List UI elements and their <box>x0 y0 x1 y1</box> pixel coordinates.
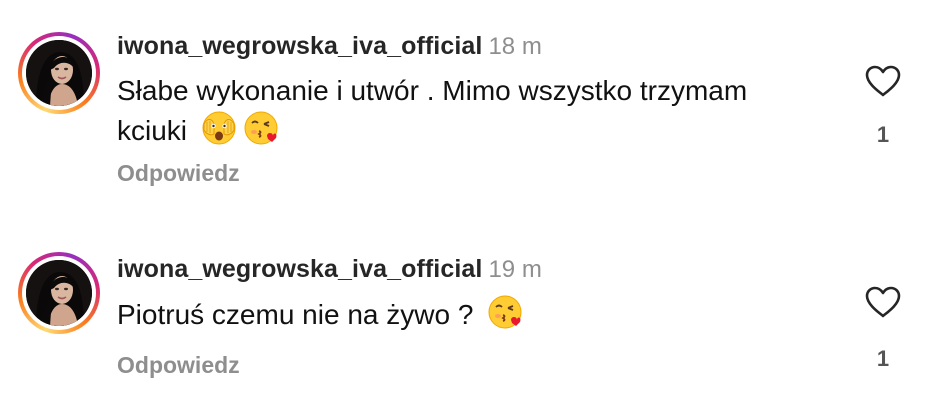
like-count: 1 <box>876 346 890 371</box>
avatar-ring-gap <box>22 36 96 110</box>
profile-photo-graphic <box>26 260 92 326</box>
heart-outline-icon[interactable] <box>864 285 902 319</box>
face-blowing-kiss-emoji <box>243 110 279 146</box>
face-with-peeking-eye-emoji <box>201 110 237 146</box>
comment-timestamp: 19 m <box>488 256 542 283</box>
comment-text: Piotruś czemu nie na żywo ? <box>117 299 474 330</box>
profile-photo <box>26 260 92 326</box>
avatar[interactable] <box>18 252 100 334</box>
comment-header: iwona_wegrowska_iva_official 19 m <box>117 255 542 284</box>
avatar-ring-gap <box>22 256 96 330</box>
profile-photo-graphic <box>26 40 92 106</box>
avatar[interactable] <box>18 32 100 114</box>
face-blowing-kiss-emoji <box>487 294 523 330</box>
comment-body: Piotruś czemu nie na żywo ? <box>117 294 757 334</box>
comment-item: iwona_wegrowska_iva_official 18 m Słabe w… <box>0 0 945 200</box>
username-link[interactable]: iwona_wegrowska_iva_official <box>117 32 482 60</box>
comment-timestamp: 18 m <box>488 33 542 60</box>
comment-item: iwona_wegrowska_iva_official 19 m Piotruś… <box>0 190 945 390</box>
like-count: 1 <box>876 122 890 147</box>
username-link[interactable]: iwona_wegrowska_iva_official <box>117 255 482 283</box>
reply-button[interactable]: Odpowiedz <box>117 160 240 187</box>
heart-outline-icon[interactable] <box>864 64 902 98</box>
comment-body: Słabe wykonanie i utwór . Mimo wszystko … <box>117 72 757 150</box>
profile-photo <box>26 40 92 106</box>
reply-button[interactable]: Odpowiedz <box>117 352 240 379</box>
comment-header: iwona_wegrowska_iva_official 18 m <box>117 32 542 61</box>
